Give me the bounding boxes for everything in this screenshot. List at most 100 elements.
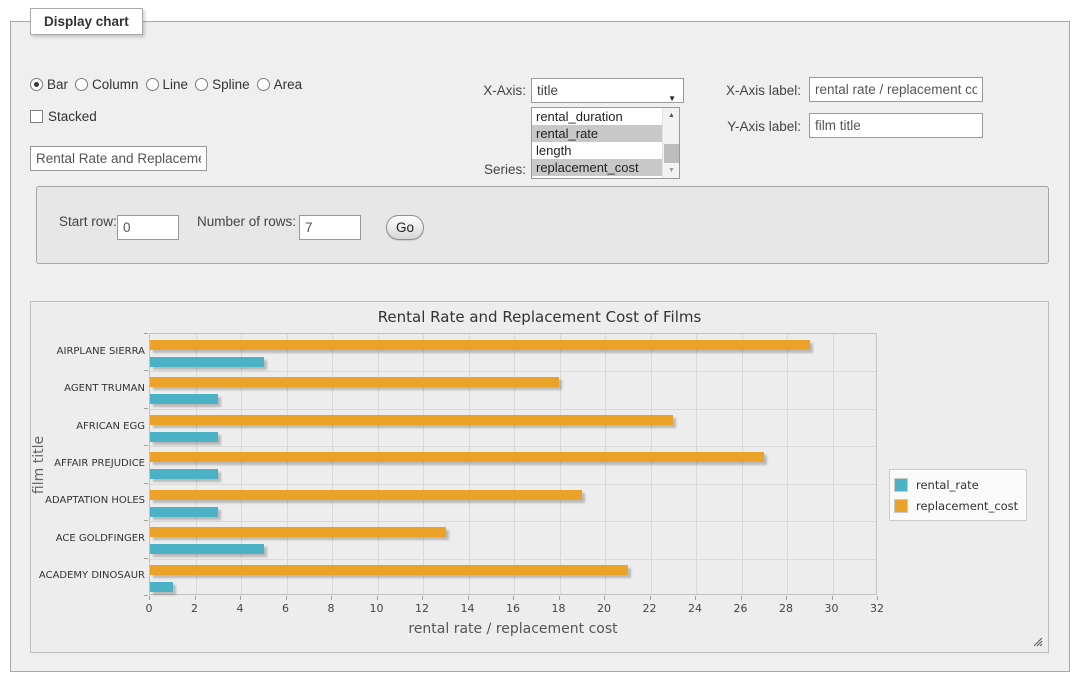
x-tick-label: 10 [362,602,392,615]
x-tick-mark [422,596,423,600]
gridline-horizontal [150,371,876,372]
stacked-checkbox[interactable] [30,110,43,123]
x-tick-mark [468,596,469,600]
y-tick-mark [144,483,148,484]
go-button[interactable]: Go [386,215,424,240]
chart-title-input[interactable] [30,146,207,171]
x-tick-label: 24 [680,602,710,615]
x-axis-select[interactable]: title ▼ [531,78,684,103]
plot-grid [149,333,877,595]
chart-type-area[interactable]: Area [257,77,303,92]
num-rows-input[interactable] [299,215,361,240]
x-tick-label: 12 [407,602,437,615]
bar-replacement_cost [150,377,559,387]
chart-title: Rental Rate and Replacement Cost of Film… [31,308,1048,326]
stacked-checkbox-row[interactable]: Stacked [30,109,97,124]
gridline-vertical [241,334,242,594]
chart-type-spline[interactable]: Spline [195,77,250,92]
bar-replacement_cost [150,490,582,500]
radio-icon[interactable] [30,78,43,91]
x-axis-label-caption: X-Axis label: [706,83,801,98]
category-label: AIRPLANE SIERRA [35,346,145,358]
num-rows-label: Number of rows: [197,214,296,229]
scroll-down-icon[interactable]: ▼ [663,163,680,178]
bar-replacement_cost [150,340,810,350]
x-tick-mark [149,596,150,600]
x-tick-label: 4 [225,602,255,615]
bar-replacement_cost [150,527,446,537]
bar-replacement_cost [150,415,673,425]
chart-type-column[interactable]: Column [75,77,139,92]
scroll-up-icon[interactable]: ▲ [663,108,680,123]
legend-row-rental_rate: rental_rate [894,474,1018,495]
radio-icon[interactable] [146,78,159,91]
gridline-vertical [514,334,515,594]
gridline-vertical [833,334,834,594]
stacked-label: Stacked [48,109,97,124]
gridline-vertical [696,334,697,594]
category-label: ADAPTATION HOLES [35,495,145,507]
category-label: AFRICAN EGG [35,421,145,433]
gridline-vertical [469,334,470,594]
y-axis-label-caption: Y-Axis label: [706,119,801,134]
chart-container: Rental Rate and Replacement Cost of Film… [30,301,1049,653]
legend-label: replacement_cost [908,499,1018,513]
gridline-vertical [651,334,652,594]
start-row-label: Start row: [59,214,117,229]
x-tick-label: 14 [453,602,483,615]
series-listbox[interactable]: rental_durationrental_ratelengthreplacem… [531,107,680,179]
legend-swatch [894,478,908,492]
bar-rental_rate [150,394,218,404]
x-axis-selected-value: title [537,83,558,98]
chart-type-label: Bar [47,77,68,92]
y-tick-mark [144,445,148,446]
x-tick-label: 16 [498,602,528,615]
page: Display chart BarColumnLineSplineArea St… [0,0,1081,681]
start-row-input[interactable] [117,215,179,240]
series-option-length[interactable]: length [532,142,679,159]
x-tick-label: 20 [589,602,619,615]
series-option-rental_rate[interactable]: rental_rate [532,125,679,142]
radio-icon[interactable] [75,78,88,91]
x-tick-mark [741,596,742,600]
gridline-horizontal [150,409,876,410]
y-axis-label-input[interactable] [809,113,983,138]
x-tick-mark [832,596,833,600]
y-tick-mark [144,408,148,409]
chart-type-label: Line [163,77,189,92]
gridline-vertical [605,334,606,594]
x-tick-label: 30 [817,602,847,615]
radio-icon[interactable] [257,78,270,91]
x-tick-mark [195,596,196,600]
chart-legend: rental_rate replacement_cost [889,469,1027,521]
chart-type-line[interactable]: Line [146,77,189,92]
bar-replacement_cost [150,565,628,575]
legend-label: rental_rate [908,478,979,492]
y-tick-mark [144,558,148,559]
y-tick-mark [144,370,148,371]
x-tick-label: 22 [635,602,665,615]
x-tick-label: 28 [771,602,801,615]
y-tick-mark [144,333,148,334]
gridline-vertical [378,334,379,594]
x-tick-mark [513,596,514,600]
x-axis-title: rental rate / replacement cost [149,621,877,637]
legend-row-replacement_cost: replacement_cost [894,495,1018,516]
listbox-scrollbar[interactable]: ▲ ▼ [662,108,679,178]
chart-type-label: Spline [212,77,250,92]
x-tick-label: 0 [134,602,164,615]
x-tick-mark [377,596,378,600]
x-axis-label-input[interactable] [809,77,983,102]
x-tick-mark [331,596,332,600]
chart-type-bar[interactable]: Bar [30,77,68,92]
rows-panel-row: Start row: Number of rows: Go [59,209,1019,239]
x-tick-mark [877,596,878,600]
bar-rental_rate [150,432,218,442]
scroll-thumb[interactable] [664,144,679,163]
series-option-replacement_cost[interactable]: replacement_cost [532,159,679,176]
resize-handle-icon[interactable] [1032,636,1043,647]
series-option-rental_duration[interactable]: rental_duration [532,108,679,125]
bar-rental_rate [150,507,218,517]
radio-icon[interactable] [195,78,208,91]
gridline-horizontal [150,559,876,560]
